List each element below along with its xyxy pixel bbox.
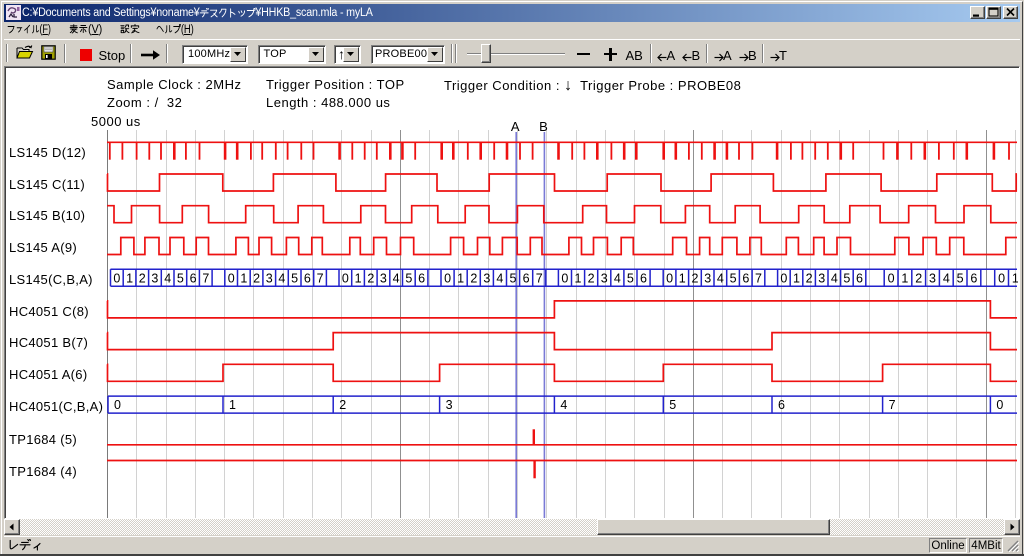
svg-text:2: 2 xyxy=(367,272,374,286)
svg-text:1: 1 xyxy=(355,272,362,286)
svg-text:6: 6 xyxy=(640,272,647,286)
svg-text:0: 0 xyxy=(114,398,121,412)
svg-text:5: 5 xyxy=(957,272,964,286)
svg-text:5: 5 xyxy=(177,272,184,286)
svg-text:7: 7 xyxy=(536,272,543,286)
svg-text:6: 6 xyxy=(970,272,977,286)
svg-text:5: 5 xyxy=(510,272,517,286)
svg-text:0: 0 xyxy=(998,272,1005,286)
svg-text:3: 3 xyxy=(151,272,158,286)
svg-text:1: 1 xyxy=(240,272,247,286)
svg-text:1: 1 xyxy=(1012,272,1018,286)
svg-text:7: 7 xyxy=(317,272,324,286)
svg-text:2: 2 xyxy=(339,398,346,412)
svg-text:2: 2 xyxy=(139,272,146,286)
svg-text:3: 3 xyxy=(818,272,825,286)
svg-text:1: 1 xyxy=(679,272,686,286)
svg-text:2: 2 xyxy=(806,272,813,286)
svg-text:1: 1 xyxy=(793,272,800,286)
svg-text:4: 4 xyxy=(614,272,621,286)
svg-text:4: 4 xyxy=(164,272,171,286)
svg-text:3: 3 xyxy=(266,272,273,286)
svg-text:4: 4 xyxy=(496,272,503,286)
svg-text:0: 0 xyxy=(561,272,568,286)
svg-text:1: 1 xyxy=(457,272,464,286)
svg-text:3: 3 xyxy=(446,398,453,412)
svg-text:6: 6 xyxy=(856,272,863,286)
svg-text:0: 0 xyxy=(228,272,235,286)
svg-text:5: 5 xyxy=(730,272,737,286)
svg-text:1: 1 xyxy=(126,272,133,286)
svg-text:5: 5 xyxy=(405,272,412,286)
svg-text:5: 5 xyxy=(627,272,634,286)
svg-text:6: 6 xyxy=(742,272,749,286)
svg-text:0: 0 xyxy=(113,272,120,286)
svg-text:2: 2 xyxy=(692,272,699,286)
svg-text:3: 3 xyxy=(601,272,608,286)
svg-text:3: 3 xyxy=(704,272,711,286)
svg-text:4: 4 xyxy=(560,398,567,412)
svg-text:2: 2 xyxy=(253,272,260,286)
svg-text:1: 1 xyxy=(575,272,582,286)
svg-text:6: 6 xyxy=(190,272,197,286)
svg-text:A: A xyxy=(511,119,520,134)
svg-text:4: 4 xyxy=(393,272,400,286)
svg-text:4: 4 xyxy=(717,272,724,286)
svg-text:7: 7 xyxy=(755,272,762,286)
svg-text:3: 3 xyxy=(483,272,490,286)
svg-text:4: 4 xyxy=(278,272,285,286)
svg-text:6: 6 xyxy=(523,272,530,286)
svg-text:2: 2 xyxy=(915,272,922,286)
svg-text:7: 7 xyxy=(202,272,209,286)
svg-text:B: B xyxy=(539,119,548,134)
svg-text:4: 4 xyxy=(943,272,950,286)
svg-text:6: 6 xyxy=(778,398,785,412)
svg-text:0: 0 xyxy=(444,272,451,286)
svg-text:0: 0 xyxy=(888,272,895,286)
svg-text:0: 0 xyxy=(996,398,1003,412)
svg-text:4: 4 xyxy=(831,272,838,286)
svg-text:5: 5 xyxy=(669,398,676,412)
svg-text:6: 6 xyxy=(418,272,425,286)
svg-text:7: 7 xyxy=(889,398,896,412)
svg-text:0: 0 xyxy=(780,272,787,286)
svg-text:6: 6 xyxy=(304,272,311,286)
svg-text:2: 2 xyxy=(588,272,595,286)
svg-text:0: 0 xyxy=(666,272,673,286)
svg-text:1: 1 xyxy=(229,398,236,412)
svg-text:1: 1 xyxy=(901,272,908,286)
svg-text:3: 3 xyxy=(929,272,936,286)
svg-text:2: 2 xyxy=(470,272,477,286)
svg-text:3: 3 xyxy=(380,272,387,286)
svg-text:5: 5 xyxy=(291,272,298,286)
svg-text:5: 5 xyxy=(843,272,850,286)
svg-text:0: 0 xyxy=(342,272,349,286)
